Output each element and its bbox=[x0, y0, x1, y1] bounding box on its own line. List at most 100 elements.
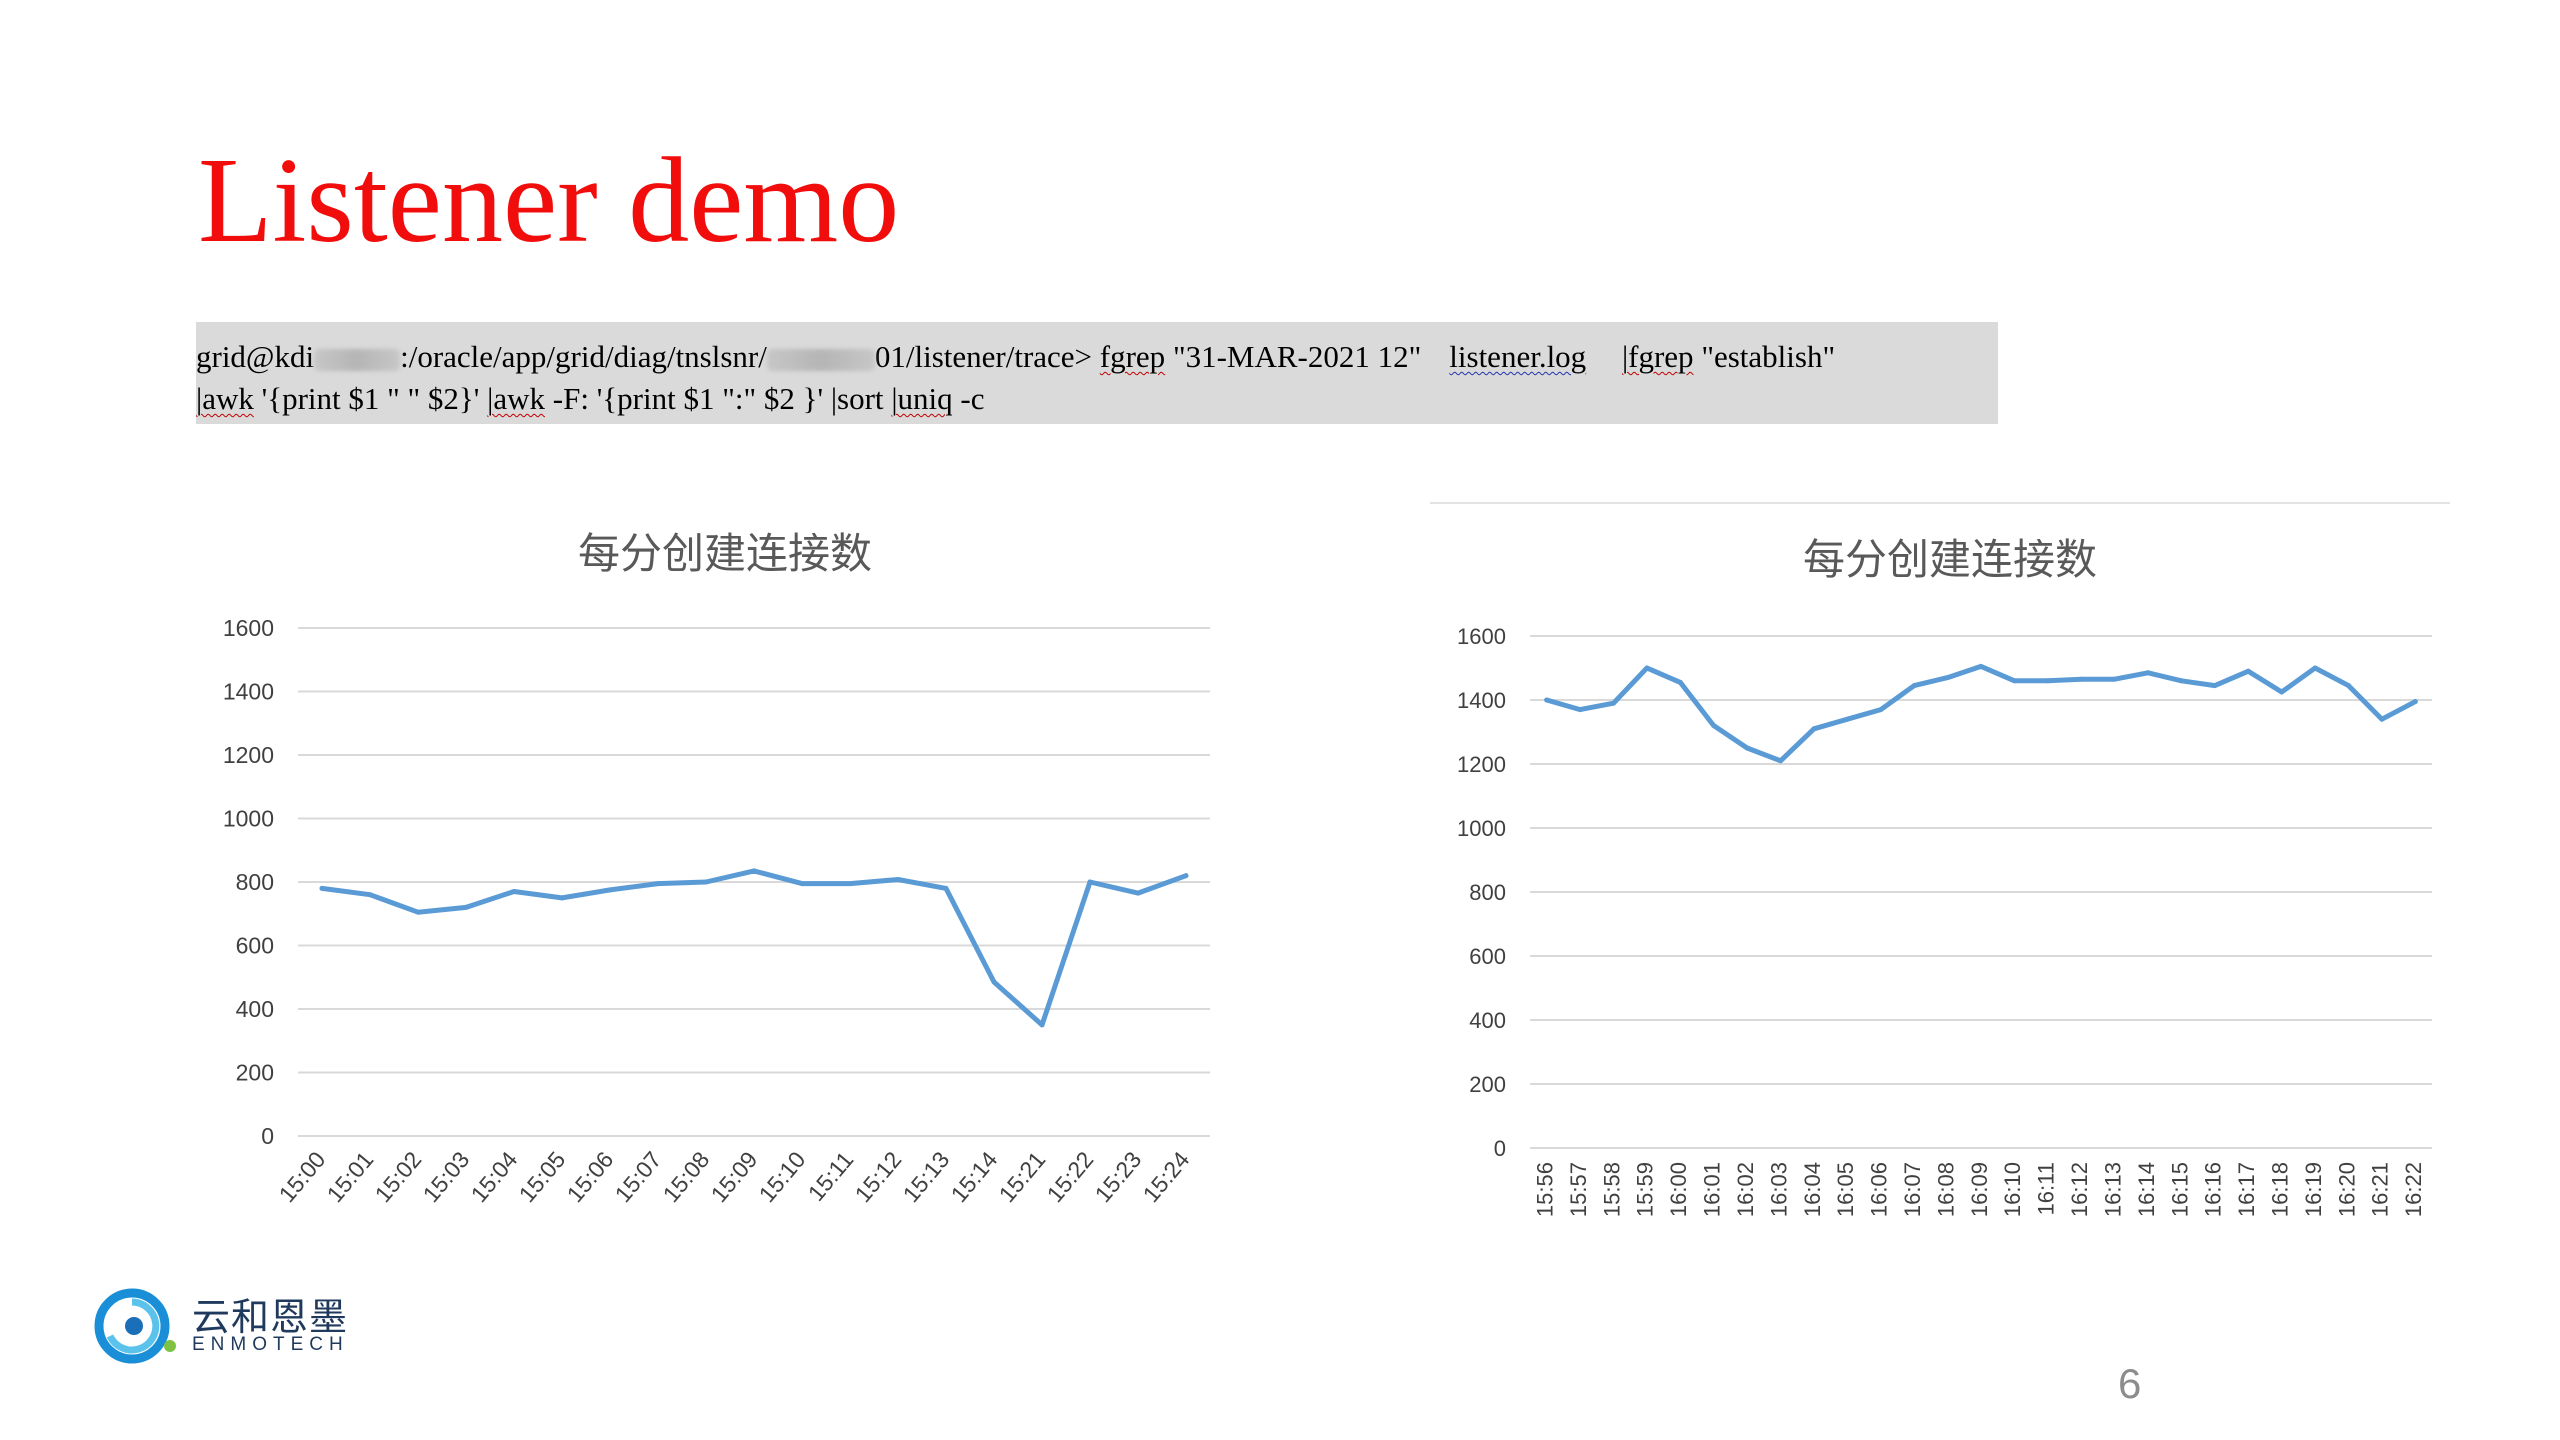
x-tick-label: 16:06 bbox=[1867, 1162, 1892, 1217]
y-tick-label: 800 bbox=[1469, 880, 1506, 905]
data-point bbox=[2279, 689, 2285, 695]
y-tick-label: 1600 bbox=[1457, 624, 1506, 649]
data-point bbox=[2312, 665, 2318, 671]
data-point bbox=[1677, 679, 1683, 685]
command-line-2: |awk '{print $1 " " $2}' |awk -F: '{prin… bbox=[196, 378, 1998, 420]
data-point bbox=[415, 909, 421, 915]
x-tick-label: 16:20 bbox=[2334, 1162, 2359, 1217]
x-tick-label: 15:06 bbox=[562, 1146, 619, 1207]
chart-right-svg: 每分创建连接数 0 200 400 600 800 1000 1200 1400 1600 15:5… bbox=[1457, 535, 2432, 1217]
data-point bbox=[2412, 699, 2418, 705]
y-tick-label: 200 bbox=[236, 1060, 274, 1086]
x-tick-label: 15:23 bbox=[1090, 1146, 1147, 1207]
data-point bbox=[943, 885, 949, 891]
x-tick-label: 16:18 bbox=[2267, 1162, 2292, 1217]
command-box: grid@kdi:/oracle/app/grid/diag/tnslsnr/0… bbox=[196, 322, 1998, 424]
y-tick-label: 1200 bbox=[223, 742, 274, 768]
cmd-flag: -c bbox=[960, 381, 985, 416]
data-point bbox=[2178, 678, 2184, 684]
y-tick-label: 1000 bbox=[223, 806, 274, 832]
x-tick-label: 15:56 bbox=[1533, 1162, 1558, 1217]
y-tick-label: 400 bbox=[1469, 1008, 1506, 1033]
y-tick-label: 600 bbox=[1469, 944, 1506, 969]
x-tick-label: 15:57 bbox=[1566, 1162, 1591, 1217]
slide-title: Listener demo bbox=[198, 133, 900, 268]
y-tick-label: 1400 bbox=[223, 679, 274, 705]
page-number: 6 bbox=[2118, 1360, 2142, 1407]
data-point bbox=[1544, 697, 1550, 703]
x-tick-label: 16:00 bbox=[1666, 1162, 1691, 1217]
x-tick-label: 15:58 bbox=[1599, 1162, 1624, 1217]
x-tick-label: 15:12 bbox=[850, 1146, 907, 1207]
x-tick-label: 16:17 bbox=[2234, 1162, 2259, 1217]
y-tick-label: 1200 bbox=[1457, 752, 1506, 777]
data-point bbox=[2011, 678, 2017, 684]
data-point bbox=[1577, 707, 1583, 713]
enmotech-logo-icon bbox=[94, 1288, 176, 1364]
x-tick-label: 16:19 bbox=[2301, 1162, 2326, 1217]
data-point bbox=[607, 887, 613, 893]
data-point bbox=[1644, 665, 1650, 671]
cmd-print-1: '{print $1 " " $2}' bbox=[261, 381, 480, 416]
data-point bbox=[1087, 879, 1093, 885]
y-tick-label: 0 bbox=[261, 1123, 274, 1149]
data-point bbox=[2045, 678, 2051, 684]
x-tick-label: 15:05 bbox=[514, 1146, 571, 1207]
x-tick-label: 15:13 bbox=[898, 1146, 955, 1207]
data-point bbox=[799, 881, 805, 887]
data-point bbox=[2245, 668, 2251, 674]
series-line bbox=[319, 868, 1189, 1028]
cmd-logfile: listener.log bbox=[1449, 339, 1587, 374]
y-tick-label: 1400 bbox=[1457, 688, 1506, 713]
y-tick-label: 800 bbox=[236, 869, 274, 895]
chart-left-svg: 每分创建连接数 0 200 400 600 800 1000 1200 1400 1600 15:0… bbox=[223, 529, 1210, 1207]
x-tick-label: 16:09 bbox=[1967, 1162, 1992, 1217]
x-tick-label: 15:01 bbox=[322, 1146, 379, 1207]
x-tick-label: 15:00 bbox=[274, 1146, 331, 1207]
cmd-pipe-fgrep: |fgrep bbox=[1621, 339, 1694, 374]
data-point bbox=[511, 889, 517, 895]
x-tick-label: 15:22 bbox=[1042, 1146, 1099, 1207]
data-point bbox=[1039, 1022, 1045, 1028]
cmd-path: :/oracle/app/grid/diag/tnslsnr/ bbox=[400, 339, 767, 374]
y-tick-label: 600 bbox=[236, 933, 274, 959]
cmd-fgrep: fgrep bbox=[1099, 339, 1166, 374]
chart-title: 每分创建连接数 bbox=[578, 529, 872, 578]
x-tick-label: 15:10 bbox=[754, 1146, 811, 1207]
chart-right: 每分创建连接数 0 200 400 600 800 1000 1200 1400 1600 15:5… bbox=[1430, 510, 2450, 1270]
x-tick-label: 16:01 bbox=[1700, 1162, 1725, 1217]
command-line-1: grid@kdi:/oracle/app/grid/diag/tnslsnr/0… bbox=[196, 336, 1998, 378]
data-point bbox=[2212, 683, 2218, 689]
x-tick-label: 16:10 bbox=[2000, 1162, 2025, 1217]
x-tick-label: 15:21 bbox=[994, 1146, 1051, 1207]
x-tick-label: 15:14 bbox=[946, 1146, 1003, 1207]
logo-name-en: ENMOTECH bbox=[192, 1334, 349, 1355]
data-point bbox=[1711, 723, 1717, 729]
x-tick-label: 16:08 bbox=[1933, 1162, 1958, 1217]
data-point bbox=[319, 885, 325, 891]
data-point bbox=[1778, 758, 1784, 764]
redacted-sid bbox=[766, 348, 875, 371]
data-point bbox=[895, 876, 901, 882]
x-tick-label: 16:22 bbox=[2401, 1162, 2426, 1217]
logo-name-cn: 云和恩墨 bbox=[192, 1295, 349, 1339]
x-tick-label: 16:03 bbox=[1766, 1162, 1791, 1217]
x-tick-label: 16:11 bbox=[2034, 1162, 2059, 1215]
y-tick-label: 1000 bbox=[1457, 816, 1506, 841]
chart-left: 每分创建连接数 0 200 400 600 800 1000 1200 1400 1600 15:0… bbox=[180, 500, 1240, 1260]
data-point bbox=[463, 904, 469, 910]
data-point bbox=[1183, 873, 1189, 879]
data-point bbox=[1978, 663, 1984, 669]
cmd-pattern: "31-MAR-2021 12" bbox=[1172, 339, 1422, 374]
data-point bbox=[2078, 676, 2084, 682]
y-tick-label: 400 bbox=[236, 996, 274, 1022]
x-tick-label: 16:05 bbox=[1833, 1162, 1858, 1217]
y-tick-label: 0 bbox=[1494, 1136, 1506, 1161]
data-point bbox=[751, 868, 757, 874]
x-tick-label: 16:15 bbox=[2167, 1162, 2192, 1217]
data-point bbox=[991, 979, 997, 985]
x-tick-label: 16:14 bbox=[2134, 1162, 2159, 1217]
x-tick-label: 16:21 bbox=[2368, 1162, 2393, 1217]
data-point bbox=[1911, 683, 1917, 689]
data-point bbox=[1844, 716, 1850, 722]
